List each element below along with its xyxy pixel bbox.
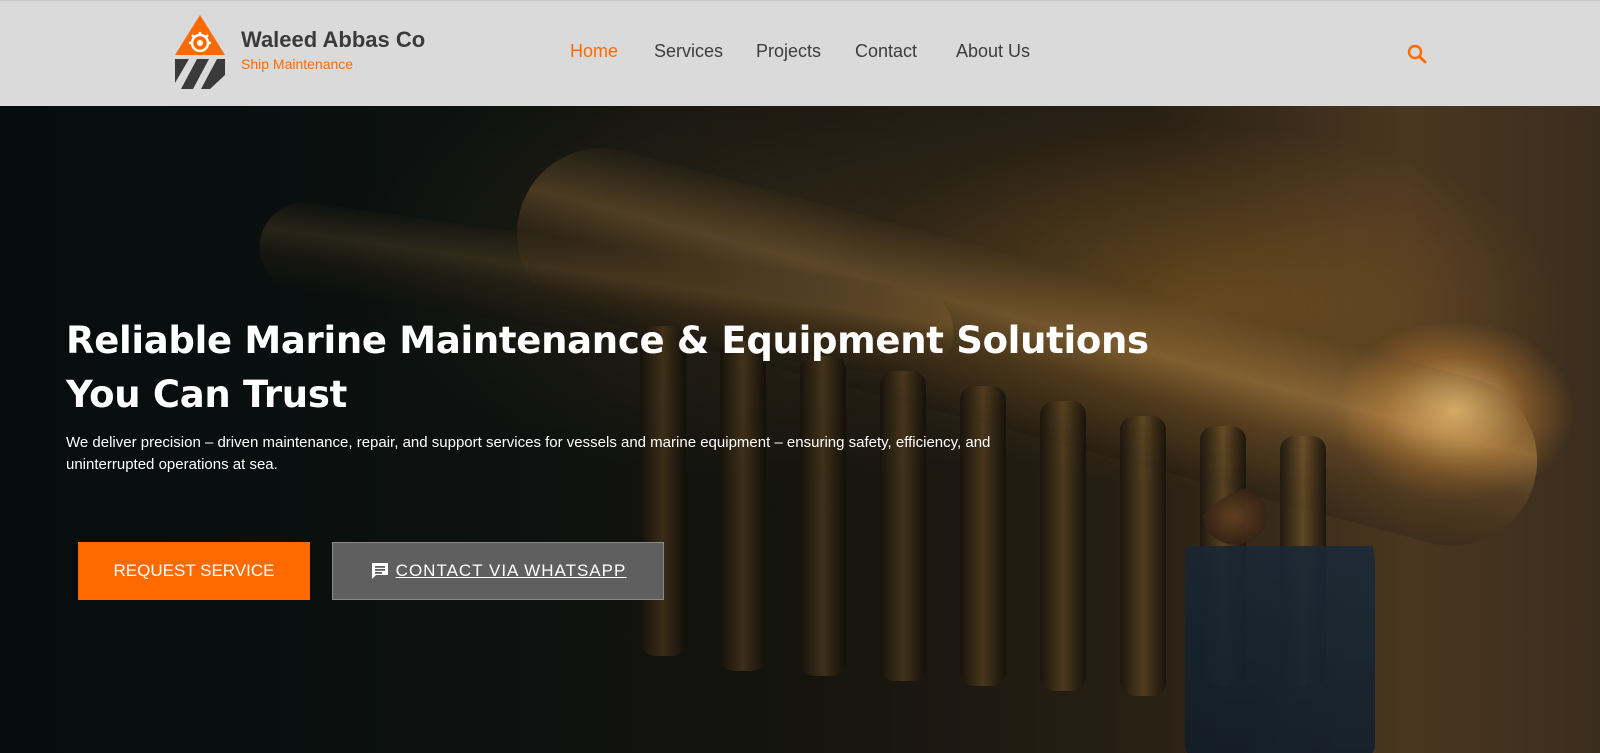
- brand-tagline: Ship Maintenance: [241, 56, 354, 72]
- nav-contact[interactable]: Contact: [855, 41, 917, 62]
- nav-home[interactable]: Home: [570, 41, 618, 62]
- hero-description: We deliver precision – driven maintenanc…: [66, 434, 991, 473]
- search-icon[interactable]: [1406, 43, 1428, 65]
- request-service-button[interactable]: REQUEST SERVICE: [78, 542, 310, 600]
- hero-headline-line1: Reliable Marine Maintenance & Equipment …: [66, 319, 1149, 362]
- hero-headline: Reliable Marine Maintenance & Equipment …: [66, 314, 1186, 422]
- logo-icon[interactable]: [175, 15, 225, 89]
- contact-whatsapp-button[interactable]: CONTACT VIA WHATSAPP: [332, 542, 664, 600]
- nav-about-us[interactable]: About Us: [956, 41, 1030, 62]
- hero-headline-line2: You Can Trust: [66, 373, 347, 416]
- site-header: Waleed Abbas Co Ship Maintenance Home Se…: [0, 0, 1600, 106]
- hero-background-image: [0, 106, 1600, 753]
- contact-whatsapp-label: CONTACT VIA WHATSAPP: [395, 561, 627, 580]
- hero-section: Reliable Marine Maintenance & Equipment …: [0, 106, 1600, 753]
- nav-projects[interactable]: Projects: [756, 41, 821, 62]
- chat-icon: [371, 563, 388, 579]
- brand-name[interactable]: Waleed Abbas Co: [241, 27, 425, 53]
- nav-services[interactable]: Services: [654, 41, 723, 62]
